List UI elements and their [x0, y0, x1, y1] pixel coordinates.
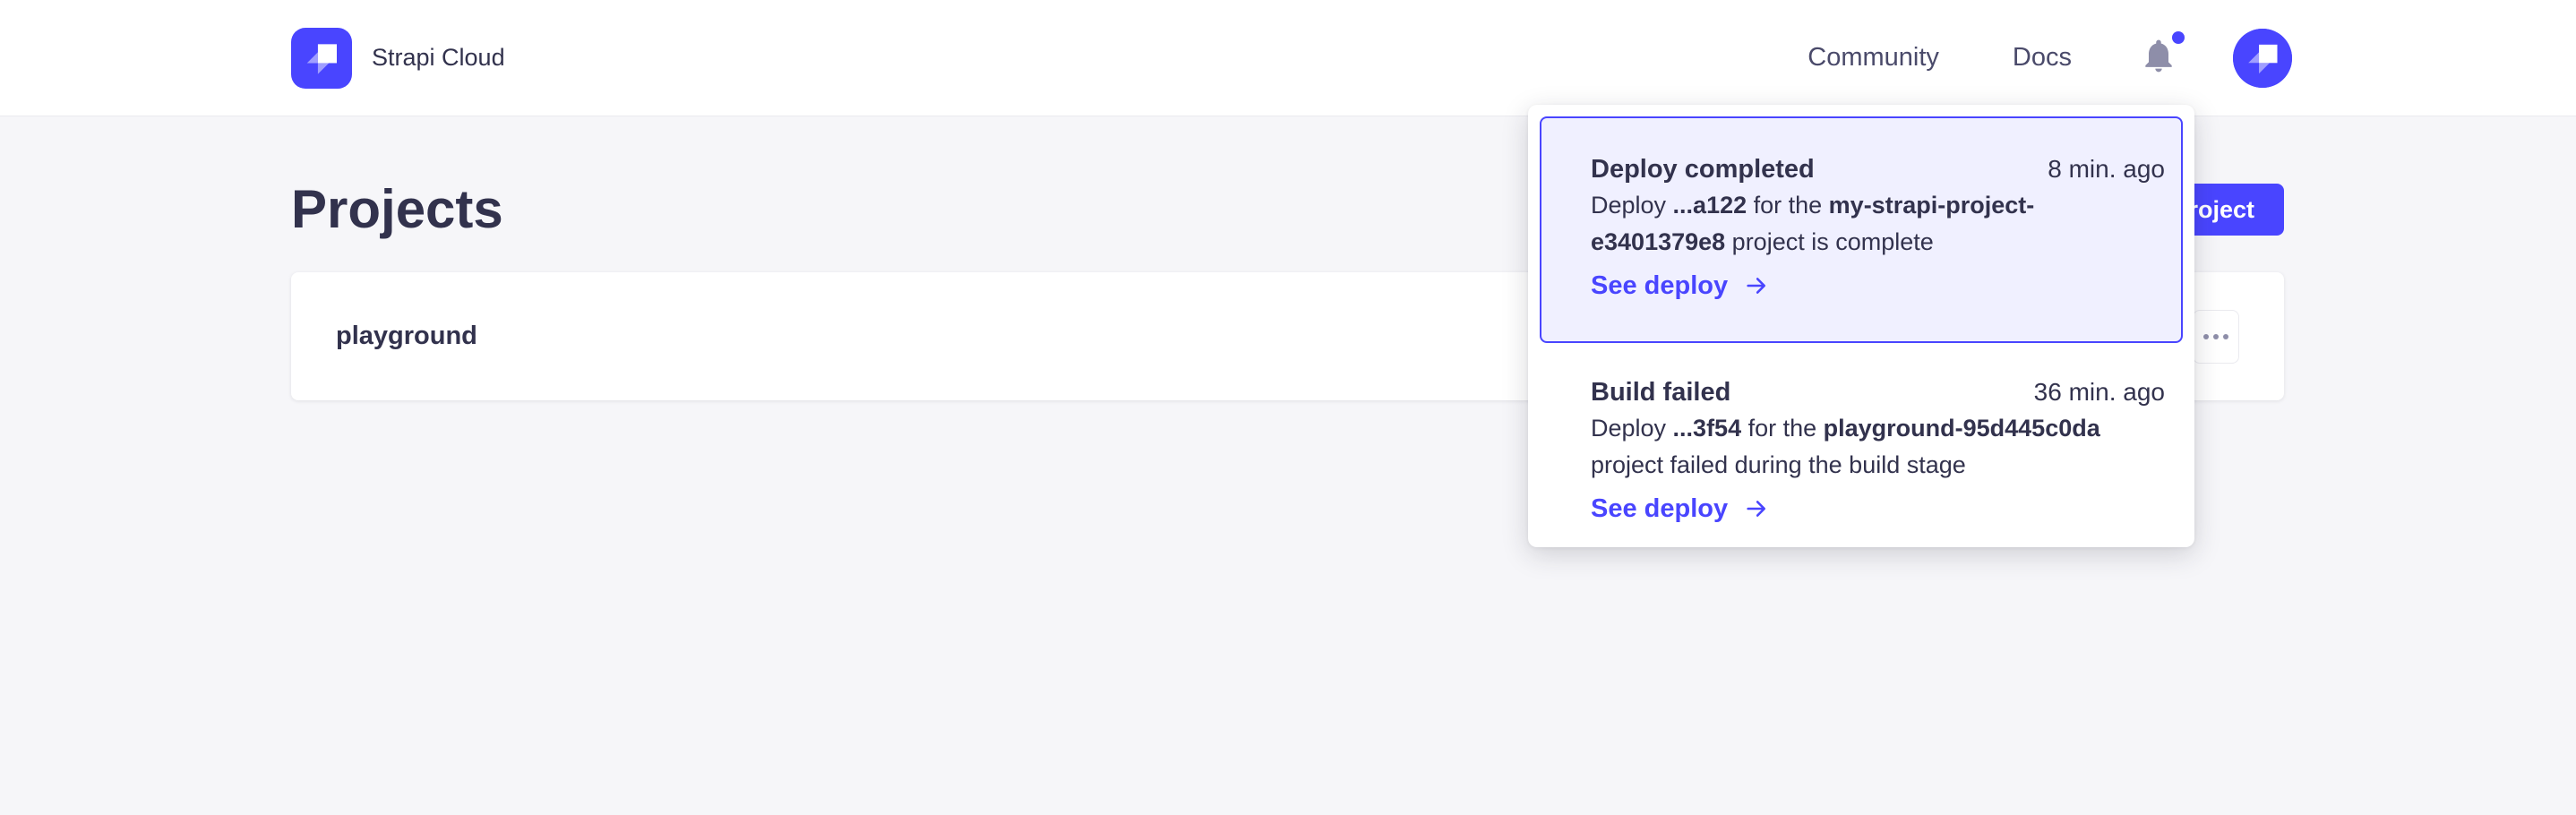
header-actions: Community Docs [1807, 29, 2292, 88]
nav-link-docs[interactable]: Docs [2013, 43, 2072, 73]
brand-title: Strapi Cloud [372, 44, 505, 72]
notification-title-row: Build failed 36 min. ago [1591, 374, 2165, 410]
see-deploy-label: See deploy [1591, 271, 1728, 301]
notification-item-deploy-completed[interactable]: Deploy completed 8 min. ago Deploy ...a1… [1540, 116, 2183, 343]
project-menu-button[interactable] [2193, 310, 2239, 364]
notification-body: Deploy ...a122 for the my-strapi-project… [1591, 187, 2165, 261]
strapi-logo-icon [291, 28, 352, 89]
notification-time: 36 min. ago [2034, 374, 2165, 410]
notification-title-row: Deploy completed 8 min. ago [1591, 151, 2165, 187]
notifications-bell-button[interactable] [2136, 33, 2181, 83]
arrow-right-icon [1742, 273, 1771, 298]
ellipsis-icon [2203, 334, 2228, 339]
arrow-right-icon [1742, 496, 1771, 521]
see-deploy-label: See deploy [1591, 494, 1728, 524]
see-deploy-link[interactable]: See deploy [1591, 491, 2165, 527]
project-name: playground [336, 322, 477, 351]
brand[interactable]: Strapi Cloud [291, 28, 505, 89]
notifications-popover: Deploy completed 8 min. ago Deploy ...a1… [1528, 105, 2194, 547]
user-avatar-button[interactable] [2233, 29, 2292, 88]
top-navbar: Strapi Cloud Community Docs [0, 0, 2576, 116]
notification-body: Deploy ...3f54 for the playground-95d445… [1591, 410, 2165, 484]
notification-item-build-failed[interactable]: Build failed 36 min. ago Deploy ...3f54 … [1540, 343, 2183, 536]
unread-indicator-dot [2172, 31, 2185, 44]
nav-link-community[interactable]: Community [1807, 43, 1939, 73]
notification-title: Deploy completed [1591, 151, 1815, 187]
see-deploy-link[interactable]: See deploy [1591, 268, 2165, 304]
page-title: Projects [291, 183, 503, 236]
notification-title: Build failed [1591, 374, 1730, 410]
notification-time: 8 min. ago [2048, 151, 2165, 187]
